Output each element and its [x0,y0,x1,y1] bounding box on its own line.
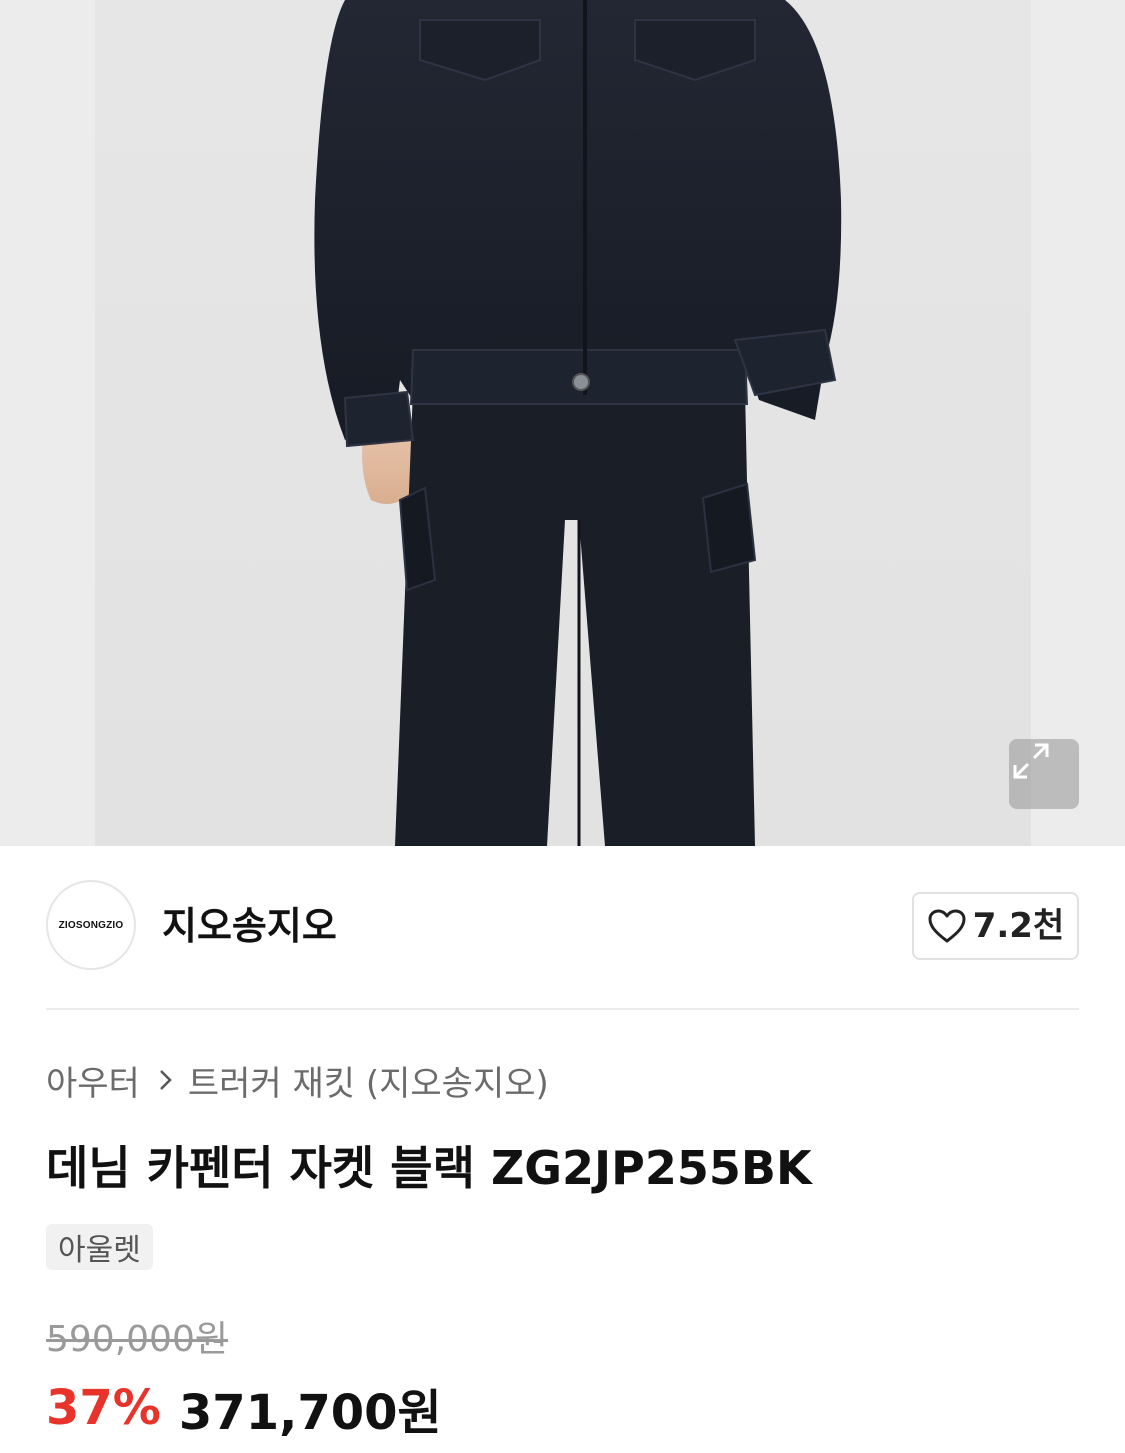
original-price: 590,000원 [46,1319,228,1360]
expand-image-button[interactable] [1009,739,1079,809]
brand-name[interactable]: 지오송지오 [162,902,337,950]
price-row: 37% 371,700원 [46,1378,442,1441]
breadcrumb: 아우터 트러커 재킷 (지오송지오) [46,1056,549,1105]
like-button[interactable]: 7.2천 [912,892,1079,960]
discount-rate: 37% [46,1380,161,1436]
model-in-denim-illustration [314,0,842,846]
sale-price: 371,700원 [178,1385,442,1441]
outlet-tag: 아울렛 [46,1224,153,1270]
heart-icon [928,909,966,943]
breadcrumb-category[interactable]: 아우터 [46,1056,140,1105]
brand-logo[interactable]: ZIOSONGZIO [46,880,136,970]
product-photo [95,0,1031,846]
brand-row: ZIOSONGZIO 지오송지오 7.2천 [46,880,1079,972]
breadcrumb-subcategory[interactable]: 트러커 재킷 (지오송지오) [188,1056,549,1105]
expand-arrows-icon [1013,743,1049,779]
outlet-tag-label: 아울렛 [58,1233,141,1268]
product-title: 데님 카펜터 자켓 블랙 ZG2JP255BK [46,1141,812,1195]
chevron-right-icon [158,1067,174,1093]
product-image-area[interactable] [0,0,1125,846]
like-count: 7.2천 [972,906,1065,946]
divider [46,1008,1079,1010]
brand-logo-text: ZIOSONGZIO [58,919,124,931]
